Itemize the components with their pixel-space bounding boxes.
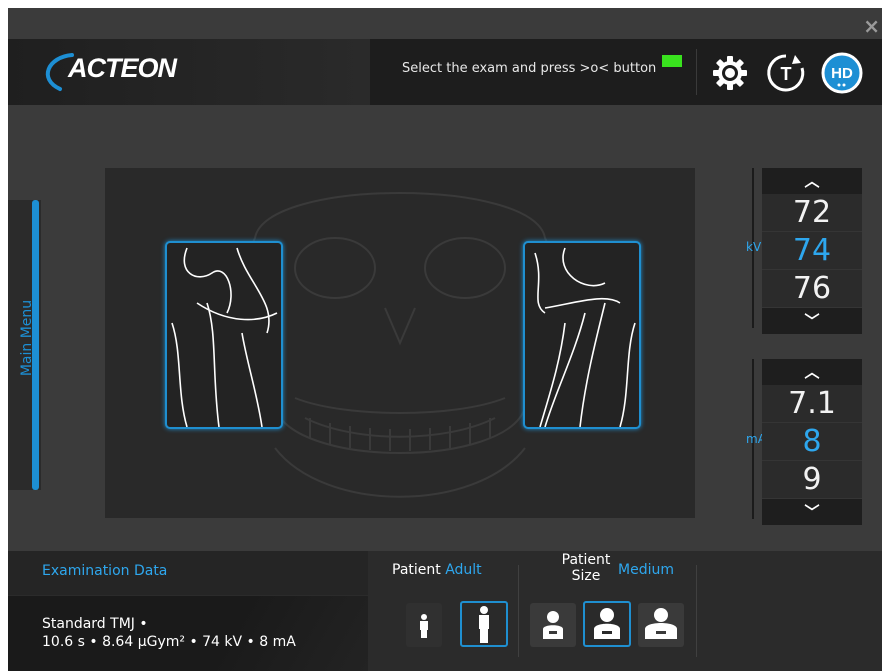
tmj-right-outline xyxy=(534,247,636,428)
small-size-icon xyxy=(543,611,563,639)
adult-icon xyxy=(479,606,489,643)
kv-spinner: ︿ 72 74 76 ﹀ xyxy=(762,168,862,334)
app-window: × ACTEON Select the exam and press >o< b… xyxy=(8,8,882,671)
patient-child-button[interactable] xyxy=(406,603,442,647)
timer-icon[interactable]: T xyxy=(764,51,808,95)
kv-down-button[interactable]: ﹀ xyxy=(762,308,862,334)
main-menu-tab[interactable]: Main Menu xyxy=(8,200,41,490)
size-medium-button[interactable] xyxy=(583,601,631,647)
exam-canvas xyxy=(105,168,695,518)
header-right: Select the exam and press >o< button T H… xyxy=(370,39,882,105)
main-menu-label: Main Menu xyxy=(19,299,35,377)
patient-adult-button[interactable] xyxy=(460,601,508,647)
ma-value-selected[interactable]: 8 xyxy=(762,423,862,461)
patient-label-text: Patient xyxy=(392,562,441,578)
kv-up-button[interactable]: ︿ xyxy=(762,168,862,194)
patient-value: Adult xyxy=(445,562,482,578)
kv-value-prev[interactable]: 72 xyxy=(762,194,862,232)
header-divider xyxy=(696,49,697,95)
child-icon xyxy=(420,614,428,638)
medium-size-icon xyxy=(594,608,620,639)
ma-up-button[interactable]: ︿ xyxy=(762,359,862,385)
patient-size-label-line1: Patient xyxy=(561,552,611,568)
size-large-button[interactable] xyxy=(638,603,684,647)
close-icon[interactable]: × xyxy=(863,16,880,36)
size-small-button[interactable] xyxy=(530,603,576,647)
ma-value-prev[interactable]: 7.1 xyxy=(762,385,862,423)
exam-data-header: Examination Data xyxy=(8,551,368,595)
ma-down-button[interactable]: ﹀ xyxy=(762,499,862,525)
tmj-left-region[interactable] xyxy=(165,241,283,429)
patient-size-label-line2: Size xyxy=(571,568,601,584)
ma-value-next[interactable]: 9 xyxy=(762,461,862,499)
kv-label: kV xyxy=(746,240,762,254)
exam-data-body: Standard TMJ • 10.6 s • 8.64 µGym² • 74 … xyxy=(8,596,368,671)
bottom-panel: Examination Data Standard TMJ • 10.6 s •… xyxy=(8,551,882,671)
tmj-right-region[interactable] xyxy=(523,241,641,429)
ma-spinner: ︿ 7.1 8 9 ﹀ xyxy=(762,359,862,525)
large-size-icon xyxy=(645,608,677,639)
kv-value-next[interactable]: 76 xyxy=(762,270,862,308)
hd-icon[interactable]: HD xyxy=(820,51,864,95)
exam-summary-line1: Standard TMJ • xyxy=(42,616,148,632)
instruction-text: Select the exam and press >o< button xyxy=(402,61,657,76)
hd-icon-label: HD xyxy=(831,65,853,82)
status-led xyxy=(662,55,682,67)
patient-size-value: Medium xyxy=(618,562,674,578)
logo-area: ACTEON xyxy=(8,39,370,105)
header: ACTEON Select the exam and press >o< but… xyxy=(8,39,882,105)
patient-size-label: Patient Size xyxy=(558,552,614,584)
exam-data-title: Examination Data xyxy=(42,563,168,579)
patient-label: Patient Adult xyxy=(392,562,482,578)
gear-icon[interactable] xyxy=(708,51,752,95)
bottom-separator-1 xyxy=(518,565,519,657)
logo: ACTEON xyxy=(68,53,177,83)
kv-value-selected[interactable]: 74 xyxy=(762,232,862,270)
timer-icon-label: T xyxy=(781,64,792,84)
tmj-left-outline xyxy=(171,247,278,428)
bottom-separator-2 xyxy=(696,565,697,657)
exam-summary-line2: 10.6 s • 8.64 µGym² • 74 kV • 8 mA xyxy=(42,634,296,650)
